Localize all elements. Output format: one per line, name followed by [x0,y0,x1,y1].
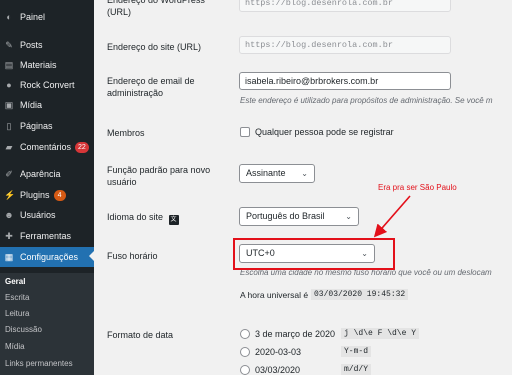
translate-icon: 文 [168,215,179,225]
membership-checkbox-label[interactable]: Qualquer pessoa pode se registrar [255,127,394,137]
sidebar-item-label: Rock Convert [20,80,75,90]
plugin-icon: ⚡ [4,190,16,200]
date-format-label: Formato de data [107,330,174,340]
sidebar-item-rock-convert[interactable]: ● Rock Convert [0,76,94,94]
sidebar-item-label: Plugins [20,190,50,200]
comment-icon: ▰ [5,142,13,152]
wp-address-label: Endereço do WordPress (URL) [107,0,205,17]
sidebar-item-label: Configurações [20,252,79,262]
timezone-highlight-box [233,238,395,270]
settings-submenu: Geral Escrita Leitura Discussão Mídia Li… [0,273,94,375]
media-icon: ▣ [4,100,14,110]
site-address-label: Endereço do site (URL) [107,42,202,52]
admin-email-label: Endereço de email de administração [107,76,195,98]
date-format-radio-1[interactable] [240,329,250,339]
universal-time-value: 03/03/2020 19:45:32 [311,289,409,300]
submenu-discussao[interactable]: Discussão [5,325,42,334]
sidebar-item-label: Aparência [20,169,61,179]
submenu-leitura[interactable]: Leitura [5,309,29,318]
sidebar-item-comentarios[interactable]: ▰ Comentários 22 [0,138,94,156]
membership-label: Membros [107,128,145,138]
wp-address-field[interactable]: https://blog.desenrola.com.br [239,0,451,12]
tools-icon: ✚ [5,231,13,241]
plugin-update-badge: 4 [53,189,66,201]
rock-icon: ● [6,80,12,90]
sidebar-item-label: Mídia [20,100,43,110]
sidebar-item-materiais[interactable]: ▤ Materiais [0,56,94,74]
language-select[interactable]: Português do Brasil ⌄ [239,207,359,226]
sidebar-item-aparencia[interactable]: ✐ Aparência [0,165,94,183]
language-label: Idioma do site 文 [107,211,179,225]
submenu-geral[interactable]: Geral [5,277,25,286]
submenu-links-permanentes[interactable]: Links permanentes [5,359,73,368]
sidebar-item-label: Painel [20,12,46,22]
sidebar-item-painel[interactable]: ◐ Painel [0,8,94,26]
sidebar-item-label: Materiais [20,60,57,70]
date-format-option-3[interactable]: 03/03/2020 [255,365,300,375]
sidebar-item-usuarios[interactable]: ☻ Usuários [0,206,94,224]
sidebar-item-label: Ferramentas [20,231,72,241]
pin-icon: ✎ [5,40,13,50]
sidebar-item-configuracoes[interactable]: ▦ Configurações [0,247,94,267]
admin-sidebar: ◐ Painel ✎ Posts ▤ Materiais ● Rock Conv… [0,0,94,375]
universal-time-label: A hora universal é [240,290,309,300]
folder-icon: ▤ [4,60,14,70]
language-value: Português do Brasil [246,211,325,221]
dashboard-icon: ◐ [6,12,12,22]
sidebar-item-plugins[interactable]: ⚡ Plugins 4 [0,186,94,204]
default-role-label: Função padrão para novo usuário [107,165,211,187]
submenu-midia[interactable]: Mídia [5,342,25,351]
language-label-text: Idioma do site [107,212,164,222]
admin-email-description: Este endereço é utilizado para propósito… [240,96,493,105]
date-format-option-1[interactable]: 3 de março de 2020 [255,329,335,339]
submenu-escrita[interactable]: Escrita [5,293,29,302]
sidebar-item-label: Páginas [20,121,53,131]
sidebar-item-label: Comentários [20,142,72,152]
date-format-radio-3[interactable] [240,365,250,375]
sidebar-item-label: Posts [20,40,43,50]
default-role-value: Assinante [246,168,286,178]
site-address-field[interactable]: https://blog.desenrola.com.br [239,36,451,54]
comment-count-badge: 22 [75,141,89,153]
date-format-code-3: m/d/Y [341,364,372,375]
page-icon: ▯ [6,121,12,131]
default-role-select[interactable]: Assinante ⌄ [239,164,315,183]
sidebar-item-ferramentas[interactable]: ✚ Ferramentas [0,227,94,245]
date-format-code-2: Y-m-d [341,346,372,357]
admin-email-field[interactable]: isabela.ribeiro@brbrokers.com.br [239,72,451,90]
sidebar-item-midia[interactable]: ▣ Mídia [0,96,94,114]
timezone-label: Fuso horário [107,251,158,261]
sidebar-item-label: Usuários [20,210,56,220]
date-format-code-1: j \d\e F \d\e Y [341,328,420,339]
users-icon: ☻ [4,210,14,220]
chevron-down-icon: ⌄ [345,212,352,221]
sidebar-item-paginas[interactable]: ▯ Páginas [0,117,94,135]
date-format-option-2[interactable]: 2020-03-03 [255,347,301,357]
brush-icon: ✐ [5,169,13,179]
sidebar-item-posts[interactable]: ✎ Posts [0,36,94,54]
chevron-down-icon: ⌄ [301,169,308,178]
date-format-radio-2[interactable] [240,347,250,357]
annotation-text: Era pra ser São Paulo [378,183,457,192]
settings-icon: ▦ [4,252,14,262]
membership-checkbox[interactable] [240,127,250,137]
